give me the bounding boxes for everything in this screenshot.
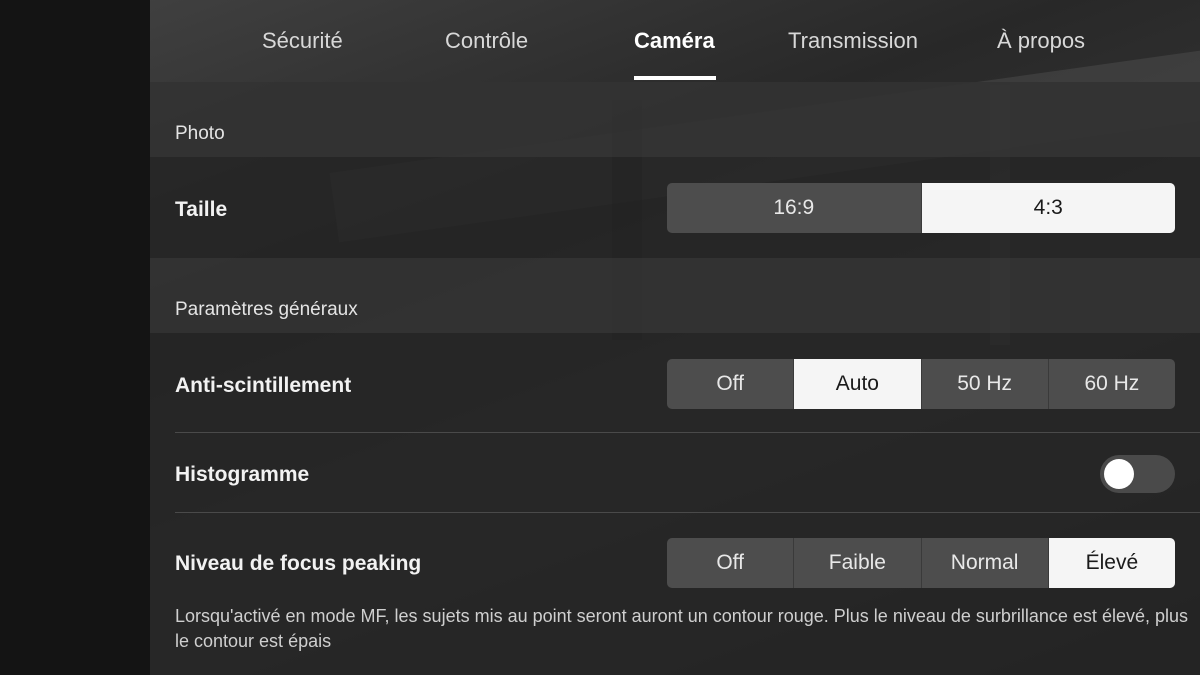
tab-securite[interactable]: Sécurité (262, 28, 343, 54)
size-label: Taille (175, 198, 228, 221)
focus-peaking-option-eleve[interactable]: Élevé (1047, 538, 1175, 588)
toggle-knob (1104, 459, 1134, 489)
size-selector: 16:9 4:3 (667, 183, 1175, 233)
size-option-16-9[interactable]: 16:9 (667, 183, 921, 233)
photo-section-header: Photo (150, 82, 1200, 157)
tab-a-propos[interactable]: À propos (997, 28, 1085, 54)
focus-peaking-selector: Off Faible Normal Élevé (667, 538, 1175, 588)
row-divider (175, 512, 1200, 513)
focus-peaking-option-off[interactable]: Off (667, 538, 793, 588)
general-section-title: Paramètres généraux (175, 299, 358, 320)
tab-controle[interactable]: Contrôle (445, 28, 528, 54)
anti-flicker-option-60hz[interactable]: 60 Hz (1047, 359, 1175, 409)
general-section-header: Paramètres généraux (150, 258, 1200, 333)
row-divider (175, 432, 1200, 433)
anti-flicker-selector: Off Auto 50 Hz 60 Hz (667, 359, 1175, 409)
anti-flicker-option-off[interactable]: Off (667, 359, 793, 409)
left-sidebar-strip (0, 0, 150, 675)
active-tab-indicator (634, 76, 716, 80)
tab-transmission[interactable]: Transmission (788, 28, 918, 54)
settings-tabs: Sécurité Contrôle Caméra Transmission À … (150, 0, 1200, 82)
tab-camera[interactable]: Caméra (634, 28, 715, 54)
anti-flicker-option-auto[interactable]: Auto (793, 359, 921, 409)
anti-flicker-option-50hz[interactable]: 50 Hz (920, 359, 1048, 409)
focus-peaking-label: Niveau de focus peaking (175, 552, 422, 575)
histogram-label: Histogramme (175, 463, 310, 486)
focus-peaking-option-faible[interactable]: Faible (793, 538, 920, 588)
histogram-toggle[interactable] (1100, 455, 1175, 493)
focus-peaking-description: Lorsqu'activé en mode MF, les sujets mis… (175, 606, 1188, 651)
photo-section-title: Photo (175, 123, 225, 144)
anti-flicker-label: Anti-scintillement (175, 374, 352, 397)
size-option-4-3[interactable]: 4:3 (920, 183, 1175, 233)
focus-peaking-option-normal[interactable]: Normal (920, 538, 1048, 588)
camera-settings-panel: Photo Taille 16:9 4:3 Paramètres générau… (150, 82, 1200, 675)
